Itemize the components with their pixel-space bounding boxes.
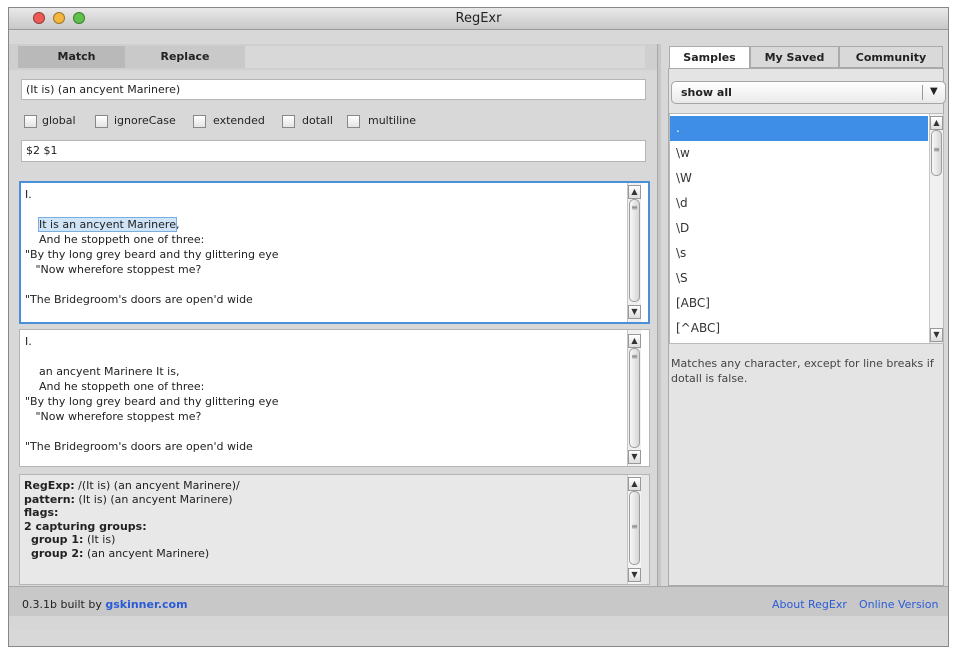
tab-samples[interactable]: Samples [669, 46, 750, 68]
arrow-up-icon[interactable]: ▲ [628, 185, 641, 199]
extended-checkbox[interactable] [193, 115, 206, 128]
samples-scroll-thumb[interactable]: ≡ [931, 130, 942, 176]
list-item[interactable]: [ABC] [670, 291, 928, 316]
arrow-down-icon[interactable]: ▼ [628, 450, 641, 464]
samples-list[interactable]: . \w \W \d \D \s \S [ABC] [^ABC] ▲ ≡ ▼ [669, 113, 944, 344]
title-bar: RegExr [9, 8, 948, 30]
arrow-down-icon[interactable]: ▼ [628, 305, 641, 319]
result-scroll-thumb[interactable]: ≡ [629, 348, 640, 448]
result-scrollbar[interactable]: ▲ ≡ ▼ [627, 330, 641, 466]
version-text: 0.3.1b built by gskinner.com [22, 598, 188, 611]
about-link[interactable]: About RegExr [772, 598, 847, 611]
filter-select-value: show all [681, 86, 732, 99]
tab-bar-filler [245, 46, 645, 68]
list-item[interactable]: \d [670, 191, 928, 216]
source-line-1: I. [25, 188, 32, 201]
details-scroll-thumb[interactable]: ≡ [629, 491, 640, 565]
details-pane: RegExp: /(It is) (an ancyent Marinere)/ … [19, 474, 650, 585]
list-item[interactable]: [^ABC] [670, 316, 928, 341]
arrow-up-icon[interactable]: ▲ [628, 334, 641, 348]
arrow-down-icon[interactable]: ▼ [930, 328, 943, 342]
details-scrollbar[interactable]: ▲ ≡ ▼ [627, 475, 641, 584]
source-text-area[interactable]: I. It is an ancyent Marinere, And he sto… [19, 181, 650, 324]
source-scroll-thumb[interactable]: ≡ [629, 199, 640, 302]
arrow-down-icon[interactable]: ▼ [628, 568, 641, 582]
list-item[interactable]: \D [670, 216, 928, 241]
list-item[interactable]: \s [670, 241, 928, 266]
extended-label: extended [213, 114, 265, 127]
arrow-up-icon[interactable]: ▲ [930, 116, 943, 130]
dotall-checkbox[interactable] [282, 115, 295, 128]
author-link[interactable]: gskinner.com [105, 598, 187, 611]
online-version-link[interactable]: Online Version [859, 598, 938, 611]
list-item[interactable]: \w [670, 141, 928, 166]
list-item[interactable]: . [670, 116, 928, 141]
samples-scrollbar[interactable]: ▲ ≡ ▼ [929, 114, 943, 343]
bottom-strip [9, 616, 948, 630]
details-text: RegExp: /(It is) (an ancyent Marinere)/ … [24, 479, 240, 560]
list-item[interactable]: \S [670, 266, 928, 291]
split-divider[interactable] [657, 44, 661, 586]
global-label: global [42, 114, 76, 127]
tab-community[interactable]: Community [839, 46, 943, 68]
tab-my-saved[interactable]: My Saved [750, 46, 839, 68]
source-scrollbar[interactable]: ▲ ≡ ▼ [627, 183, 641, 322]
source-rest: And he stoppeth one of three: "By thy lo… [25, 233, 279, 306]
result-text: I. an ancyent Marinere It is, And he sto… [25, 335, 279, 453]
replace-input[interactable]: $2 $1 [21, 140, 646, 162]
window-title: RegExr [455, 11, 502, 26]
tab-match[interactable]: Match [18, 46, 135, 68]
chevron-down-icon: ▼ [930, 86, 938, 97]
multiline-checkbox[interactable] [347, 115, 360, 128]
global-checkbox[interactable] [24, 115, 37, 128]
list-item[interactable]: \W [670, 166, 928, 191]
ignorecase-checkbox[interactable] [95, 115, 108, 128]
filter-select[interactable]: show all ▼ [671, 81, 946, 104]
ignorecase-label: ignoreCase [114, 114, 176, 127]
dotall-label: dotall [302, 114, 333, 127]
arrow-up-icon[interactable]: ▲ [628, 477, 641, 491]
tab-replace[interactable]: Replace [125, 46, 245, 68]
sample-description: Matches any character, except for line b… [671, 357, 934, 385]
multiline-label: multiline [368, 114, 416, 127]
result-text-area[interactable]: I. an ancyent Marinere It is, And he sto… [19, 329, 650, 467]
match-highlight: It is an ancyent Marinere [38, 217, 177, 232]
source-text: I. It is an ancyent Marinere, And he sto… [25, 188, 279, 306]
pattern-input[interactable]: (It is) (an ancyent Marinere) [21, 79, 646, 100]
